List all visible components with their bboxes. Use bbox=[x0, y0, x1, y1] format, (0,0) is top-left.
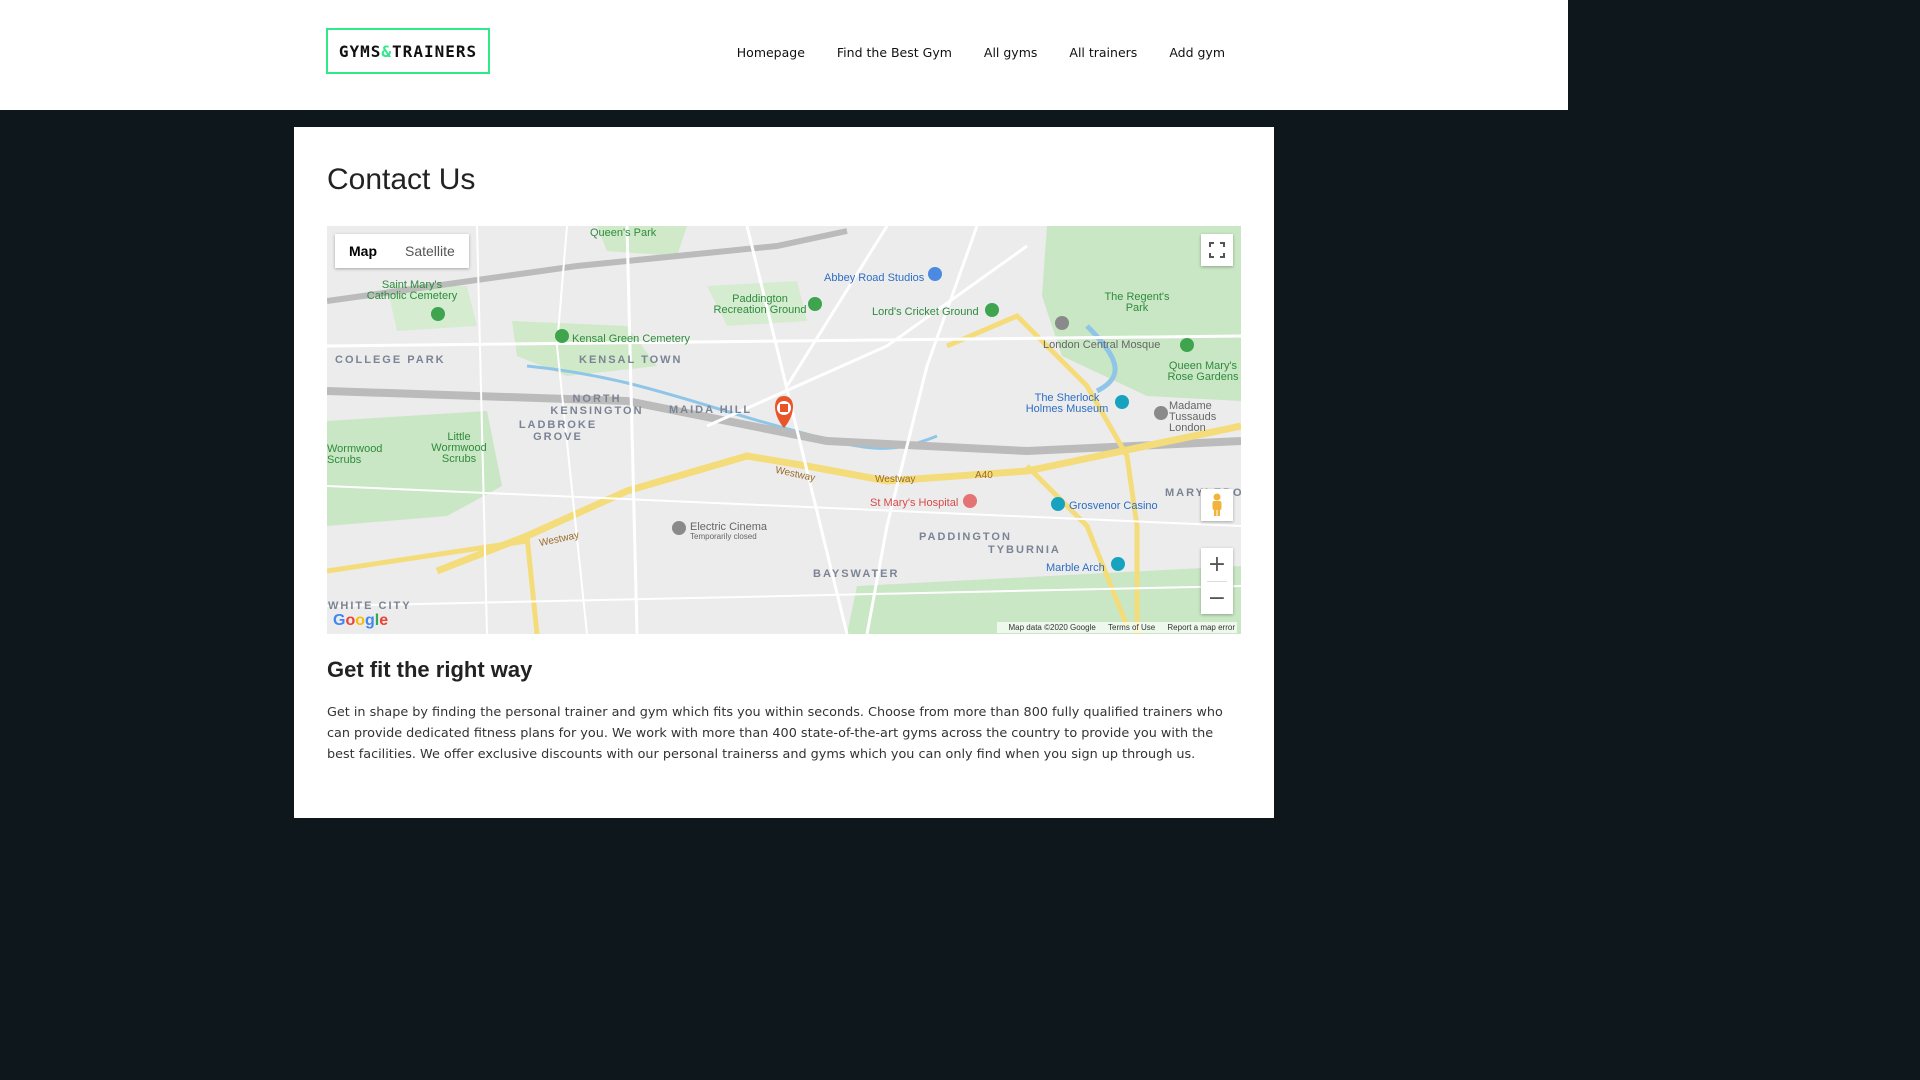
map-label-little-wormwood: Little Wormwood Scrubs bbox=[431, 431, 487, 465]
map-label-lords: Lord's Cricket Ground bbox=[872, 306, 979, 318]
main-nav: Homepage Find the Best Gym All gyms All … bbox=[705, 45, 1225, 60]
google-logo[interactable]: Google bbox=[333, 612, 388, 630]
map-label-north-kensington: NORTH KENSINGTON bbox=[550, 393, 644, 417]
nav-homepage[interactable]: Homepage bbox=[737, 45, 805, 60]
logo-text-gyms: GYMS bbox=[338, 41, 382, 61]
map-label-wormwood: Wormwood Scrubs bbox=[327, 443, 383, 466]
map-label-kensal-green: Kensal Green Cemetery bbox=[572, 333, 690, 345]
logo-text-trainers: TRAINERS bbox=[392, 41, 478, 61]
zoom-out-button[interactable]: − bbox=[1201, 582, 1233, 615]
nav-all-gyms[interactable]: All gyms bbox=[984, 45, 1038, 60]
map-label-bayswater: BAYSWATER bbox=[813, 568, 900, 580]
nav-add-gym[interactable]: Add gym bbox=[1169, 45, 1225, 60]
site-logo[interactable]: GYMS & TRAINERS bbox=[326, 28, 490, 74]
map-label-temp-closed: Temporarily closed bbox=[690, 532, 757, 541]
nav-find-best-gym[interactable]: Find the Best Gym bbox=[837, 45, 952, 60]
logo-ampersand: & bbox=[381, 41, 393, 61]
map-label-queen-marys: Queen Mary's Rose Gardens bbox=[1167, 360, 1239, 383]
map-label-london-mosque: London Central Mosque bbox=[1043, 339, 1161, 351]
site-header: GYMS & TRAINERS Homepage Find the Best Gym… bbox=[0, 0, 1568, 110]
map-label-white-city: WHITE CITY bbox=[328, 600, 412, 612]
google-map[interactable]: Queen's Park Abbey Road Studios Paddingt… bbox=[327, 226, 1241, 634]
section-subtitle: Get fit the right way bbox=[327, 657, 533, 682]
street-view-button[interactable] bbox=[1201, 489, 1233, 521]
map-attribution: Map data ©2020 Google Terms of Use Repor… bbox=[996, 622, 1237, 633]
zoom-control: + − bbox=[1201, 548, 1233, 614]
map-label-a40: A40 bbox=[975, 470, 993, 481]
map-type-control: Map Satellite bbox=[335, 234, 469, 268]
map-label-madame-tussauds: Madame Tussauds London bbox=[1169, 400, 1217, 434]
map-type-map-button[interactable]: Map bbox=[335, 234, 391, 268]
intro-paragraph: Get in shape by finding the personal tra… bbox=[327, 705, 1223, 762]
map-label-kensal-town: KENSAL TOWN bbox=[579, 354, 683, 366]
map-data-text: Map data ©2020 Google bbox=[1008, 623, 1096, 632]
fullscreen-button[interactable] bbox=[1201, 234, 1233, 266]
map-label-grosvenor: Grosvenor Casino bbox=[1069, 500, 1158, 512]
map-label-regents-park: The Regent's Park bbox=[1104, 291, 1170, 314]
map-label-paddington-rec: Paddington Recreation Ground bbox=[713, 293, 807, 316]
pegman-icon bbox=[1212, 493, 1222, 516]
content-card: Contact Us Queen's Park Abbey Road Studi… bbox=[294, 127, 1274, 818]
map-label-tyburnia: TYBURNIA bbox=[988, 544, 1061, 556]
map-label-college-park: COLLEGE PARK bbox=[335, 354, 446, 366]
map-type-satellite-button[interactable]: Satellite bbox=[391, 234, 469, 268]
map-label-sherlock: The Sherlock Holmes Museum bbox=[1025, 392, 1109, 415]
map-label-st-marys-hospital: St Mary's Hospital bbox=[870, 497, 959, 509]
report-map-error-link[interactable]: Report a map error bbox=[1167, 623, 1235, 632]
terms-of-use-link[interactable]: Terms of Use bbox=[1108, 623, 1155, 632]
fullscreen-icon bbox=[1209, 242, 1225, 258]
map-label-queens-park: Queen's Park bbox=[590, 227, 657, 239]
map-label-saint-marys: Saint Mary's Catholic Cemetery bbox=[366, 279, 458, 302]
map-label-paddington: PADDINGTON bbox=[919, 531, 1012, 543]
map-label-abbey-road: Abbey Road Studios bbox=[824, 272, 925, 284]
map-label-marble-arch: Marble Arch bbox=[1046, 562, 1105, 574]
nav-all-trainers[interactable]: All trainers bbox=[1069, 45, 1137, 60]
zoom-in-button[interactable]: + bbox=[1201, 548, 1233, 581]
map-label-ladbroke-grove: LADBROKE GROVE bbox=[518, 419, 598, 443]
map-label-maida-hill: MAIDA HILL bbox=[669, 404, 753, 416]
map-label-westway-2: Westway bbox=[875, 474, 916, 485]
page-title: Contact Us bbox=[327, 163, 476, 196]
